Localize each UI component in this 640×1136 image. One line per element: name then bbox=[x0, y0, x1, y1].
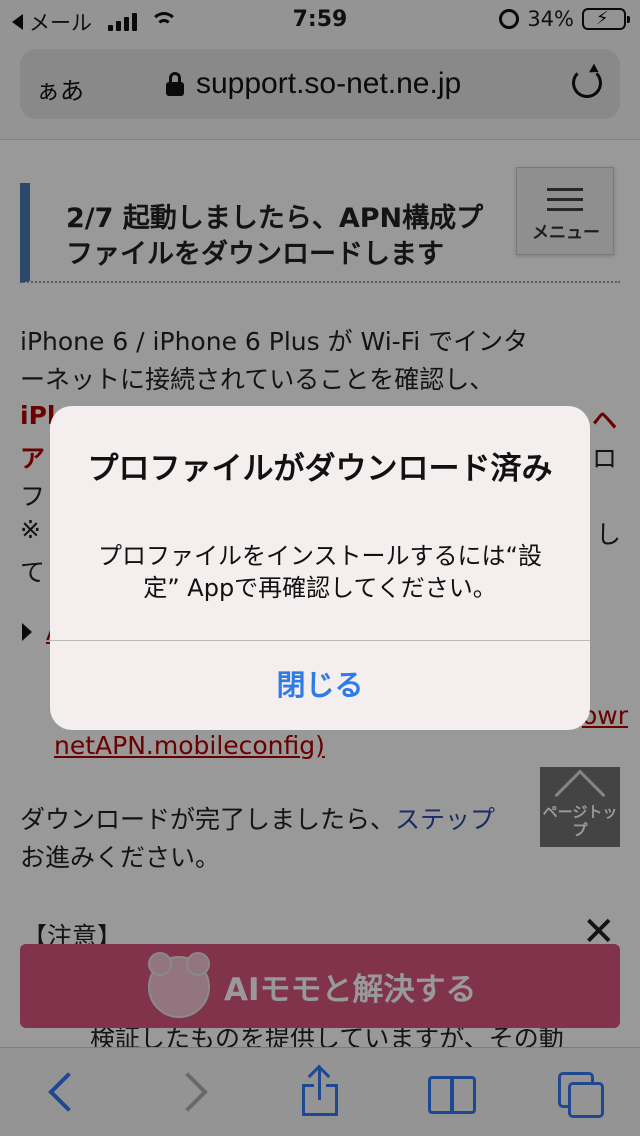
alert-message: プロファイルをインストールするには“設定” Appで再確認してください。 bbox=[98, 542, 542, 602]
alert-close-button[interactable]: 閉じる bbox=[50, 641, 590, 730]
profile-downloaded-alert: プロファイルがダウンロード済み プロファイルをインストールするには“設定” Ap… bbox=[50, 406, 590, 730]
alert-title: プロファイルがダウンロード済み bbox=[87, 451, 553, 487]
